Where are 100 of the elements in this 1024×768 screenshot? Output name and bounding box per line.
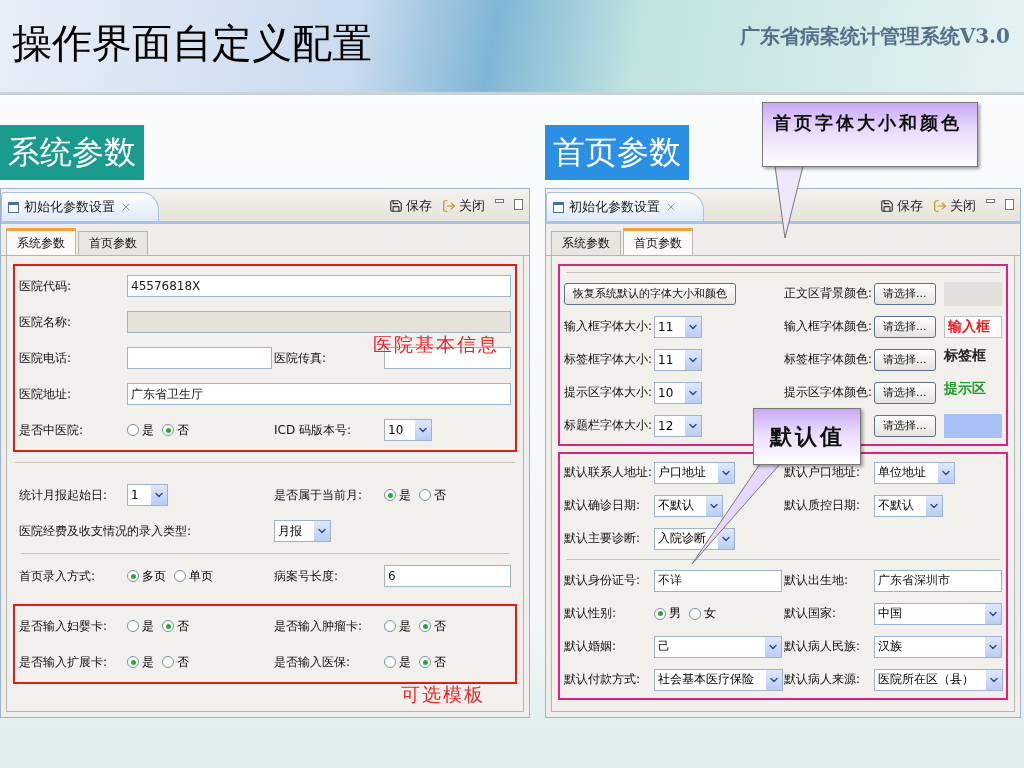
dropdown[interactable]: 10 (384, 419, 433, 441)
callout: 首页字体大小和颜色 (762, 102, 978, 167)
minimize-icon[interactable] (495, 199, 504, 203)
radio-option[interactable]: 否 (419, 617, 446, 635)
chevron-down-icon (718, 528, 734, 549)
field-label: 输入框字体大小: (564, 318, 652, 335)
radio-option[interactable]: 男 (654, 605, 681, 622)
close-button[interactable]: 关闭 (442, 197, 485, 215)
field-label: 默认质控日期: (784, 497, 862, 514)
dropdown[interactable]: 月报 (274, 520, 331, 542)
dropdown[interactable]: 10 (654, 381, 703, 404)
field-label: 是否属于当前月: (274, 486, 364, 504)
chevron-down-icon (938, 462, 954, 483)
close-icon[interactable] (665, 201, 677, 213)
dropdown[interactable]: 入院诊断 (654, 527, 735, 550)
field-label: 统计月报起始日: (19, 486, 109, 504)
radio-option[interactable]: 是 (127, 421, 154, 439)
radio-option[interactable]: 单页 (174, 567, 213, 585)
dropdown[interactable]: 不默认 (874, 494, 943, 517)
field-label: 输入框字体颜色: (784, 318, 872, 335)
choose-button[interactable]: 请选择... (874, 348, 936, 371)
sample-text: 标签框 (943, 346, 986, 365)
field-label: 默认国家: (784, 605, 838, 622)
chevron-down-icon (415, 420, 432, 440)
maximize-icon[interactable] (1005, 199, 1014, 210)
field-label: 是否中医院: (19, 421, 85, 439)
field-label: 是否输入扩展卡: (19, 653, 109, 671)
text-field[interactable]: 广东省深圳市 (874, 569, 1002, 592)
choose-button[interactable]: 请选择... (874, 381, 936, 404)
window-tab[interactable]: 初始化参数设置 (1, 192, 159, 221)
radio-option[interactable]: 女 (689, 605, 716, 622)
chevron-down-icon (765, 636, 781, 657)
restore-defaults-button[interactable]: 恢复系统默认的字体大小和颜色 (564, 282, 736, 305)
choose-button[interactable]: 请选择... (874, 315, 936, 338)
radio-option[interactable]: 否 (162, 421, 189, 439)
choose-button[interactable]: 请选择... (874, 414, 936, 437)
dropdown[interactable]: 医院所在区（县） (874, 668, 1003, 691)
page-icon (8, 201, 19, 213)
radio-option[interactable]: 是 (384, 617, 411, 635)
dropdown[interactable]: 11 (654, 315, 703, 338)
close-button[interactable]: 关闭 (933, 197, 976, 215)
save-button[interactable]: 保存 (880, 197, 923, 215)
minimize-icon[interactable] (986, 199, 995, 203)
radio-option[interactable]: 否 (162, 653, 189, 671)
tab[interactable]: 系统参数 (6, 228, 76, 255)
chevron-down-icon (685, 382, 702, 403)
page-icon (553, 201, 564, 213)
system-name: 广东省病案统计管理系统V3.0 (739, 22, 1010, 50)
field-label: 默认性别: (564, 605, 618, 622)
chevron-down-icon (706, 495, 722, 516)
chevron-down-icon (685, 349, 702, 370)
radio-option[interactable]: 否 (419, 486, 446, 504)
field-label: 提示区字体颜色: (784, 384, 872, 401)
text-field[interactable]: 不详 (654, 569, 782, 592)
text-field[interactable] (127, 347, 272, 369)
save-button[interactable]: 保存 (389, 197, 432, 215)
field-label: 是否输入肿瘤卡: (274, 617, 364, 635)
text-field[interactable]: 广东省卫生厅 (127, 383, 511, 405)
dropdown[interactable]: 己 (654, 635, 782, 658)
radio-option[interactable]: 否 (419, 653, 446, 671)
radio-option[interactable]: 多页 (127, 567, 166, 585)
dropdown[interactable]: 中国 (874, 602, 1002, 625)
close-icon[interactable] (120, 201, 132, 213)
sample-text: 提示区 (943, 379, 986, 398)
dropdown[interactable]: 不默认 (654, 494, 723, 517)
text-field[interactable]: 6 (384, 565, 511, 587)
field-label: 标签框字体大小: (564, 351, 652, 368)
radio-option[interactable]: 是 (127, 617, 154, 635)
dropdown[interactable]: 汉族 (874, 635, 1002, 658)
dropdown[interactable]: 户口地址 (654, 461, 735, 484)
choose-button[interactable]: 请选择... (874, 282, 936, 305)
chevron-down-icon (685, 316, 702, 337)
field-label: 默认出生地: (784, 572, 850, 589)
field-label: 默认联系人地址: (564, 464, 652, 481)
dropdown[interactable]: 社会基本医疗保险 (654, 668, 783, 691)
tab[interactable]: 首页参数 (623, 228, 693, 255)
section-caption: 系统参数 (0, 125, 144, 180)
maximize-icon[interactable] (514, 199, 523, 210)
chevron-down-icon (766, 669, 782, 690)
exit-icon (933, 199, 947, 213)
field-label: 医院名称: (19, 313, 73, 331)
radio-option[interactable]: 是 (384, 486, 411, 504)
window-tab[interactable]: 初始化参数设置 (546, 192, 704, 221)
radio-option[interactable]: 是 (384, 653, 411, 671)
save-icon (880, 199, 894, 213)
field-label: 医院代码: (19, 277, 73, 295)
radio-option[interactable]: 是 (127, 653, 154, 671)
dropdown[interactable]: 12 (654, 414, 703, 437)
field-label: 标题栏字体大小: (564, 417, 652, 434)
dropdown[interactable]: 11 (654, 348, 703, 371)
dropdown[interactable]: 单位地址 (874, 461, 955, 484)
chevron-down-icon (985, 636, 1001, 657)
chevron-down-icon (926, 495, 942, 516)
field-label: 是否输入妇婴卡: (19, 617, 109, 635)
text-field[interactable]: 45576818X (127, 275, 511, 297)
save-icon (389, 199, 403, 213)
tab[interactable]: 首页参数 (78, 231, 148, 255)
radio-option[interactable]: 否 (162, 617, 189, 635)
tab[interactable]: 系统参数 (551, 231, 621, 255)
dropdown[interactable]: 1 (127, 484, 168, 506)
